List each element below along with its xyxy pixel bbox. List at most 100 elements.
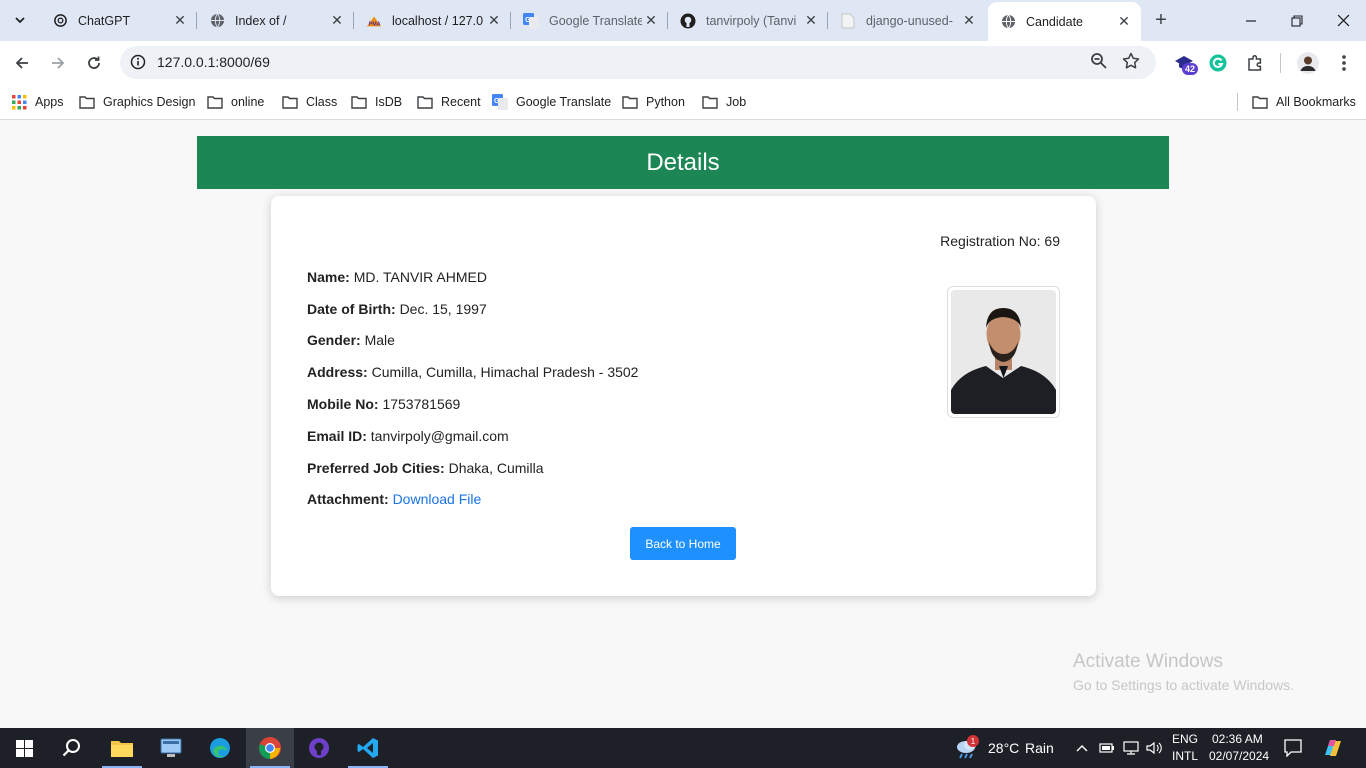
bookmark-recent[interactable]: Recent bbox=[417, 92, 481, 112]
tray-volume[interactable] bbox=[1144, 728, 1164, 768]
close-window-button[interactable] bbox=[1320, 0, 1366, 41]
clock-date[interactable]: 02/07/2024 bbox=[1209, 749, 1269, 763]
new-tab-button[interactable]: + bbox=[1150, 9, 1172, 31]
back-to-home-button[interactable]: Back to Home bbox=[630, 527, 736, 560]
field-mobile: Mobile No: 1753781569 bbox=[307, 396, 460, 412]
tab-strip: ChatGPT ✕ Index of / ✕ PMA localhost / 1… bbox=[0, 0, 1366, 41]
toolbar-separator bbox=[1280, 53, 1281, 73]
close-icon[interactable]: ✕ bbox=[171, 12, 189, 30]
grammarly-icon bbox=[1209, 54, 1227, 72]
close-icon[interactable]: ✕ bbox=[328, 12, 346, 30]
address-bar[interactable]: 127.0.0.1:8000/69 bbox=[120, 46, 1156, 79]
google-translate-icon: G bbox=[523, 12, 539, 29]
google-translate-icon: G bbox=[492, 94, 508, 110]
bookmark-label: Job bbox=[726, 95, 747, 109]
tab-index[interactable]: Index of / ✕ bbox=[197, 0, 354, 41]
download-file-link[interactable]: Download File bbox=[393, 491, 482, 507]
bookmark-label: IsDB bbox=[375, 95, 403, 109]
extension-grad-button[interactable]: 42 bbox=[1170, 49, 1199, 77]
keyboard-layout[interactable]: INTL bbox=[1172, 749, 1198, 763]
folder-icon bbox=[417, 94, 433, 110]
field-attachment: Attachment: Download File bbox=[307, 491, 481, 507]
field-value: Dhaka, Cumilla bbox=[448, 460, 544, 476]
taskbar: 1 28°C Rain ENG INTL 02:36 AM 02/07/2024 bbox=[0, 728, 1366, 768]
tab-title: Candidate bbox=[1026, 14, 1083, 29]
field-value: 1753781569 bbox=[382, 396, 461, 412]
apps-grid-icon bbox=[11, 94, 27, 110]
site-info-icon[interactable] bbox=[128, 52, 148, 72]
tray-network[interactable] bbox=[1121, 728, 1141, 768]
tab-django-unused[interactable]: django-unused- ✕ bbox=[828, 0, 986, 41]
battery-icon bbox=[1099, 743, 1114, 753]
taskbar-vscode[interactable] bbox=[344, 728, 392, 768]
profile-avatar-button[interactable] bbox=[1294, 49, 1322, 77]
network-icon bbox=[1123, 741, 1139, 755]
field-dob: Date of Birth: Dec. 15, 1997 bbox=[307, 301, 487, 317]
arrow-left-icon bbox=[15, 57, 28, 69]
activate-windows-title: Activate Windows bbox=[1073, 651, 1223, 672]
taskbar-github-desktop[interactable] bbox=[295, 728, 343, 768]
back-button[interactable] bbox=[8, 49, 36, 77]
taskbar-app-utility[interactable] bbox=[147, 728, 195, 768]
bookmark-label: Apps bbox=[35, 95, 64, 109]
tab-search-button[interactable] bbox=[6, 6, 34, 34]
field-value: Dec. 15, 1997 bbox=[399, 301, 487, 317]
field-label: Address: bbox=[307, 364, 368, 380]
bookmark-label: Google Translate bbox=[516, 95, 612, 109]
tab-chatgpt[interactable]: ChatGPT ✕ bbox=[40, 0, 197, 41]
field-label: Gender: bbox=[307, 332, 361, 348]
notifications-button[interactable] bbox=[1280, 728, 1306, 768]
weather-widget[interactable]: 1 bbox=[944, 728, 990, 768]
bookmark-apps[interactable]: Apps bbox=[11, 92, 64, 112]
copilot-button[interactable] bbox=[1316, 728, 1350, 768]
search-button[interactable] bbox=[48, 728, 96, 768]
bookmark-star-icon[interactable] bbox=[1122, 52, 1142, 72]
bookmark-job[interactable]: Job bbox=[702, 92, 746, 112]
taskbar-edge[interactable] bbox=[196, 728, 244, 768]
computer-tool-icon bbox=[160, 738, 182, 757]
tab-candidate[interactable]: Candidate ✕ bbox=[988, 2, 1141, 41]
language-code[interactable]: ENG bbox=[1172, 732, 1198, 746]
field-label: Email ID: bbox=[307, 428, 367, 444]
extensions-button[interactable] bbox=[1241, 49, 1269, 77]
bookmark-python[interactable]: Python bbox=[622, 92, 685, 112]
restore-icon bbox=[1291, 14, 1303, 27]
bookmark-online[interactable]: online bbox=[207, 92, 264, 112]
details-card: Registration No: 69 Name: MD. TANVIR AHM… bbox=[271, 196, 1096, 596]
all-bookmarks[interactable]: All Bookmarks bbox=[1252, 92, 1356, 112]
bookmark-isdb[interactable]: IsDB bbox=[351, 92, 402, 112]
folder-icon bbox=[207, 94, 223, 110]
restore-button[interactable] bbox=[1274, 0, 1320, 41]
tab-phpmyadmin[interactable]: PMA localhost / 127.0 ✕ bbox=[354, 0, 511, 41]
bookmark-label: online bbox=[231, 95, 265, 109]
taskbar-chrome[interactable] bbox=[246, 728, 294, 768]
field-label: Preferred Job Cities: bbox=[307, 460, 445, 476]
zoom-icon[interactable] bbox=[1090, 52, 1110, 72]
reload-button[interactable] bbox=[80, 49, 108, 77]
start-button[interactable] bbox=[0, 728, 48, 768]
taskbar-file-explorer[interactable] bbox=[98, 728, 146, 768]
close-icon[interactable]: ✕ bbox=[802, 12, 820, 30]
bookmarks-bar: Apps Graphics Design online Class IsDB R… bbox=[0, 85, 1366, 120]
tab-title: django-unused- bbox=[866, 13, 953, 28]
tab-google-translate[interactable]: G Google Translate ✕ bbox=[511, 0, 668, 41]
minimize-button[interactable] bbox=[1228, 0, 1274, 41]
close-icon[interactable]: ✕ bbox=[960, 12, 978, 30]
close-icon[interactable]: ✕ bbox=[1115, 13, 1133, 31]
close-icon[interactable]: ✕ bbox=[485, 12, 503, 30]
clock-time[interactable]: 02:36 AM bbox=[1212, 732, 1263, 746]
tray-battery[interactable] bbox=[1097, 728, 1117, 768]
bookmark-graphics-design[interactable]: Graphics Design bbox=[79, 92, 195, 112]
forward-button[interactable] bbox=[44, 49, 72, 77]
field-label: Date of Birth: bbox=[307, 301, 396, 317]
url-text[interactable]: 127.0.0.1:8000/69 bbox=[157, 54, 270, 70]
tray-overflow-button[interactable] bbox=[1072, 728, 1092, 768]
grammarly-extension-button[interactable] bbox=[1204, 49, 1232, 77]
menu-button[interactable] bbox=[1330, 49, 1358, 77]
field-value: Male bbox=[364, 332, 395, 348]
bookmark-class[interactable]: Class bbox=[282, 92, 337, 112]
close-icon[interactable]: ✕ bbox=[642, 12, 660, 30]
bookmark-google-translate[interactable]: G Google Translate bbox=[492, 92, 611, 112]
tab-github[interactable]: tanvirpoly (Tanvi ✕ bbox=[668, 0, 828, 41]
chevron-down-icon bbox=[15, 17, 25, 24]
